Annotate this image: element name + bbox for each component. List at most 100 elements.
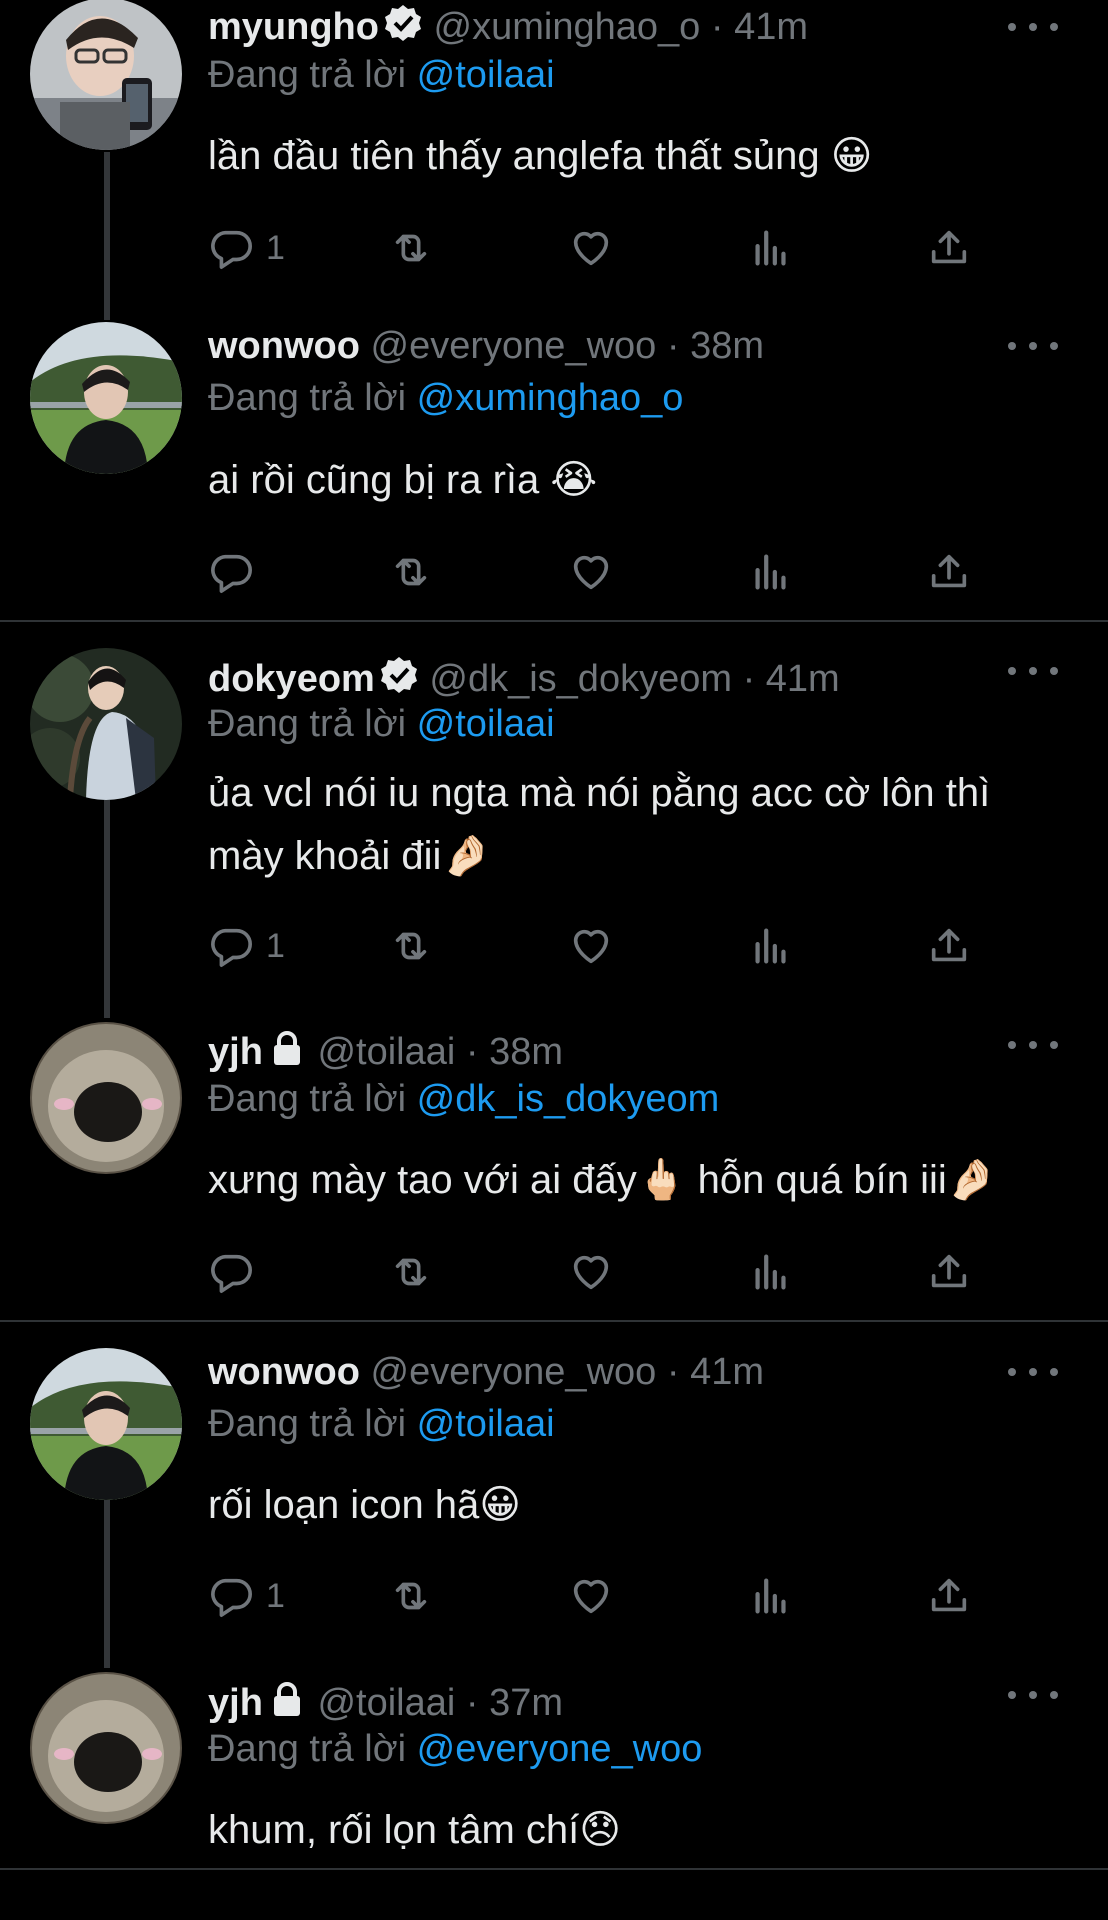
retweet-button[interactable] bbox=[388, 224, 434, 272]
handle[interactable]: @everyone_woo bbox=[371, 325, 657, 367]
timestamp[interactable]: 41m bbox=[690, 1351, 764, 1393]
timestamp[interactable]: 37m bbox=[489, 1682, 563, 1724]
timestamp[interactable]: 38m bbox=[489, 1031, 563, 1073]
like-button[interactable] bbox=[568, 1248, 614, 1296]
views-button[interactable] bbox=[748, 224, 794, 272]
reply-mention-link[interactable]: @everyone_woo bbox=[417, 1728, 703, 1770]
share-button[interactable] bbox=[926, 1572, 972, 1620]
tweet-text: rối loạn icon hã😀 bbox=[208, 1483, 521, 1527]
display-name[interactable]: yjh bbox=[208, 1031, 263, 1073]
handle[interactable]: @toilaai bbox=[317, 1682, 455, 1724]
tweet-text: khum, rối lọn tâm chí😞 bbox=[208, 1808, 621, 1852]
more-icon[interactable] bbox=[1008, 12, 1058, 42]
tweet-header: dokyeom @dk_is_dokyeom · 41m bbox=[208, 654, 840, 704]
handle[interactable]: @everyone_woo bbox=[371, 1351, 657, 1393]
avatar[interactable] bbox=[30, 0, 182, 150]
replying-to-label: Đang trả lời bbox=[208, 377, 407, 419]
views-button[interactable] bbox=[748, 1248, 794, 1296]
separator-dot: · bbox=[710, 6, 724, 48]
share-button[interactable] bbox=[926, 548, 972, 596]
reply-button[interactable] bbox=[208, 1248, 254, 1296]
separator-dot: · bbox=[465, 1031, 479, 1073]
avatar[interactable] bbox=[30, 322, 182, 474]
avatar[interactable] bbox=[30, 648, 182, 800]
reply-mention-link[interactable]: @toilaai bbox=[417, 703, 555, 745]
reply-mention-link[interactable]: @dk_is_dokyeom bbox=[417, 1078, 720, 1120]
like-button[interactable] bbox=[568, 1572, 614, 1620]
timestamp[interactable]: 41m bbox=[766, 658, 840, 700]
share-button[interactable] bbox=[926, 224, 972, 272]
avatar[interactable] bbox=[30, 1672, 182, 1824]
replying-to-label: Đang trả lời bbox=[208, 1403, 407, 1445]
display-name[interactable]: yjh bbox=[208, 1682, 263, 1724]
reply-button[interactable]: 1 bbox=[208, 224, 285, 272]
reply-mention-link[interactable]: @toilaai bbox=[417, 1403, 555, 1445]
retweet-icon bbox=[388, 923, 434, 969]
display-name[interactable]: wonwoo bbox=[208, 1351, 360, 1393]
reply-button[interactable]: 1 bbox=[208, 922, 285, 970]
reply-button[interactable] bbox=[208, 548, 254, 596]
like-icon bbox=[568, 1573, 614, 1619]
avatar[interactable] bbox=[30, 1022, 182, 1174]
handle[interactable]: @xuminghao_o bbox=[434, 6, 701, 48]
timestamp[interactable]: 38m bbox=[690, 325, 764, 367]
reply-button[interactable]: 1 bbox=[208, 1572, 285, 1620]
like-button[interactable] bbox=[568, 548, 614, 596]
tweet-header: yjh @toilaai · 37m bbox=[208, 1678, 563, 1728]
reply-mention-link[interactable]: @xuminghao_o bbox=[417, 377, 684, 419]
replying-to: Đang trả lời @toilaai bbox=[208, 50, 555, 100]
replying-to-label: Đang trả lời bbox=[208, 1078, 407, 1120]
views-button[interactable] bbox=[748, 922, 794, 970]
avatar-photo bbox=[30, 0, 182, 150]
more-icon[interactable] bbox=[1008, 656, 1058, 686]
avatar[interactable] bbox=[30, 1348, 182, 1500]
replying-to: Đang trả lời @toilaai bbox=[208, 699, 555, 749]
display-name[interactable]: dokyeom bbox=[208, 658, 375, 700]
like-icon bbox=[568, 923, 614, 969]
action-bar bbox=[208, 548, 1008, 596]
like-icon bbox=[568, 225, 614, 271]
views-button[interactable] bbox=[748, 1572, 794, 1620]
reply-icon bbox=[208, 1249, 254, 1295]
more-icon[interactable] bbox=[1008, 1680, 1058, 1710]
retweet-button[interactable] bbox=[388, 1248, 434, 1296]
handle[interactable]: @toilaai bbox=[317, 1031, 455, 1073]
tweet-text: ai rồi cũng bị ra rìa 😭 bbox=[208, 458, 598, 502]
views-icon bbox=[748, 549, 794, 595]
share-icon bbox=[926, 1249, 972, 1295]
reply-count: 1 bbox=[266, 926, 285, 965]
retweet-button[interactable] bbox=[388, 922, 434, 970]
more-icon[interactable] bbox=[1008, 1357, 1058, 1387]
like-icon bbox=[568, 1249, 614, 1295]
separator-dot: · bbox=[666, 325, 680, 367]
like-button[interactable] bbox=[568, 922, 614, 970]
reply-icon bbox=[208, 225, 254, 271]
retweet-icon bbox=[388, 1573, 434, 1619]
replying-to: Đang trả lời @dk_is_dokyeom bbox=[208, 1074, 719, 1124]
replying-to: Đang trả lời @everyone_woo bbox=[208, 1724, 702, 1774]
tweet-header: wonwoo @everyone_woo · 41m bbox=[208, 1347, 764, 1397]
thread-line bbox=[104, 800, 110, 1018]
conversation-divider bbox=[0, 1320, 1108, 1322]
timestamp[interactable]: 41m bbox=[734, 6, 808, 48]
display-name[interactable]: wonwoo bbox=[208, 325, 360, 367]
replying-to-label: Đang trả lời bbox=[208, 703, 407, 745]
handle[interactable]: @dk_is_dokyeom bbox=[429, 658, 732, 700]
thread-line bbox=[104, 152, 110, 320]
more-icon[interactable] bbox=[1008, 1030, 1058, 1060]
retweet-button[interactable] bbox=[388, 1572, 434, 1620]
display-name[interactable]: myungho bbox=[208, 6, 379, 48]
reply-icon bbox=[208, 923, 254, 969]
reply-icon bbox=[208, 549, 254, 595]
like-button[interactable] bbox=[568, 224, 614, 272]
reply-mention-link[interactable]: @toilaai bbox=[417, 54, 555, 96]
thread-line bbox=[104, 1500, 110, 1668]
more-icon[interactable] bbox=[1008, 331, 1058, 361]
retweet-button[interactable] bbox=[388, 548, 434, 596]
share-button[interactable] bbox=[926, 922, 972, 970]
views-button[interactable] bbox=[748, 548, 794, 596]
share-button[interactable] bbox=[926, 1248, 972, 1296]
share-icon bbox=[926, 1573, 972, 1619]
views-icon bbox=[748, 1573, 794, 1619]
verified-badge-icon bbox=[383, 3, 423, 56]
